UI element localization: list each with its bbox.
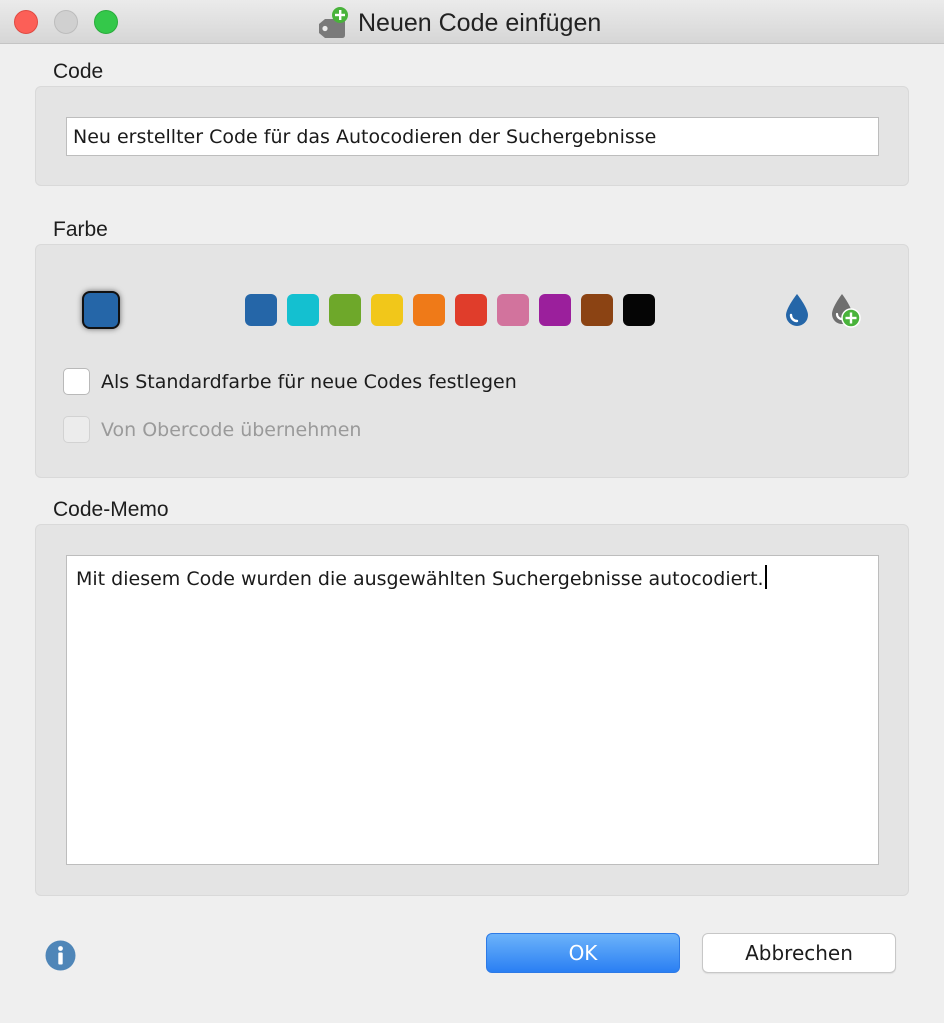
color-palette — [245, 294, 655, 326]
color-swatch-8[interactable] — [539, 294, 571, 326]
title-bar: Neuen Code einfügen — [0, 0, 944, 44]
cancel-button[interactable]: Abbrechen — [702, 933, 896, 973]
color-swatch-5[interactable] — [413, 294, 445, 326]
color-swatch-2[interactable] — [287, 294, 319, 326]
new-code-dialog: Neuen Code einfügen Code Farbe Als Stand… — [0, 0, 944, 1023]
inherit-color-checkbox-label: Von Obercode übernehmen — [101, 418, 362, 441]
color-swatch-9[interactable] — [581, 294, 613, 326]
ok-button[interactable]: OK — [486, 933, 680, 973]
code-memo-textarea[interactable]: Mit diesem Code wurden die ausgewählten … — [66, 555, 879, 865]
inherit-color-checkbox — [63, 416, 90, 443]
window-title-group: Neuen Code einfügen — [316, 6, 601, 40]
add-color-drop-icon[interactable] — [829, 292, 863, 328]
memo-section-label: Code-Memo — [53, 498, 169, 521]
default-color-checkbox-label: Als Standardfarbe für neue Codes festleg… — [101, 370, 517, 393]
code-name-input[interactable] — [66, 117, 879, 156]
color-swatch-7[interactable] — [497, 294, 529, 326]
current-color-swatch[interactable] — [82, 291, 120, 329]
minimize-window-button[interactable] — [54, 10, 78, 34]
code-section-label: Code — [53, 60, 104, 83]
memo-text: Mit diesem Code wurden die ausgewählten … — [76, 568, 764, 590]
default-color-checkbox-row[interactable]: Als Standardfarbe für neue Codes festleg… — [63, 368, 517, 395]
new-code-icon — [316, 6, 350, 40]
inherit-color-checkbox-row: Von Obercode übernehmen — [63, 416, 361, 443]
color-drop-icon[interactable] — [782, 292, 812, 328]
color-swatch-10[interactable] — [623, 294, 655, 326]
color-section-label: Farbe — [53, 218, 108, 241]
default-color-checkbox[interactable] — [63, 368, 90, 395]
color-swatch-1[interactable] — [245, 294, 277, 326]
color-swatch-3[interactable] — [329, 294, 361, 326]
text-caret — [764, 565, 767, 589]
color-swatch-4[interactable] — [371, 294, 403, 326]
close-window-button[interactable] — [14, 10, 38, 34]
zoom-window-button[interactable] — [94, 10, 118, 34]
info-icon[interactable] — [45, 940, 76, 971]
window-title: Neuen Code einfügen — [358, 8, 602, 37]
color-swatch-6[interactable] — [455, 294, 487, 326]
